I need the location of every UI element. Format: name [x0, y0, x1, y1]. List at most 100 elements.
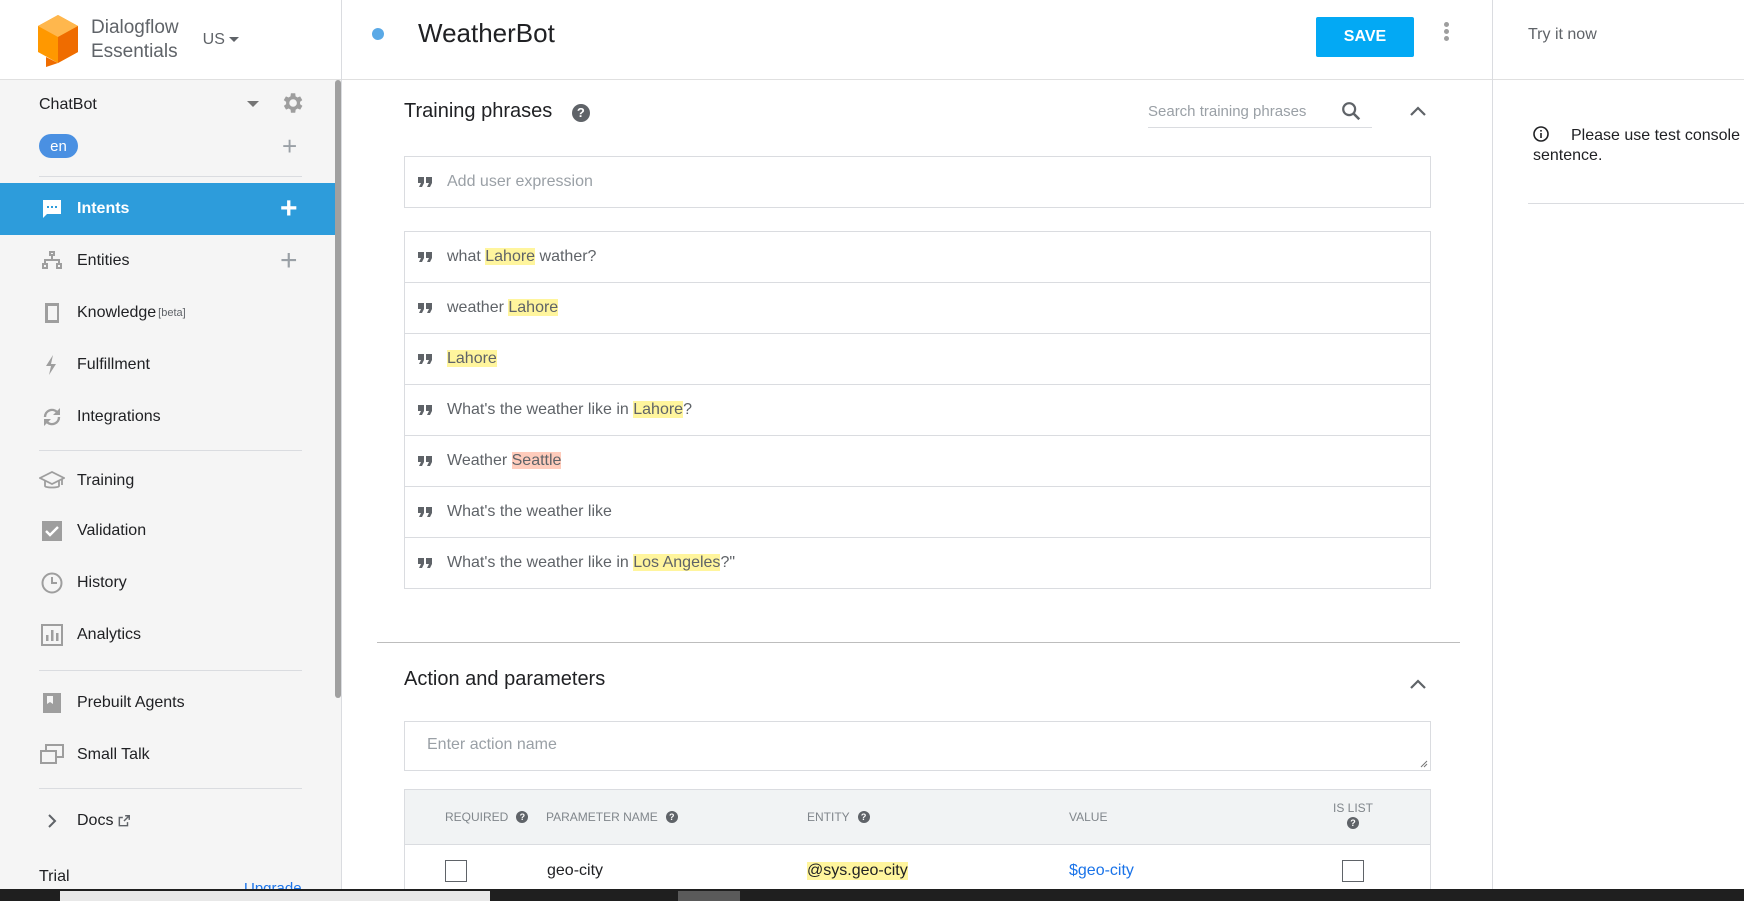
- sidebar-item-label: Training: [77, 472, 135, 489]
- bolt-icon: [39, 352, 65, 378]
- entity-annotation[interactable]: Seattle: [511, 452, 562, 469]
- sidebar-item-small-talk[interactable]: Small Talk: [0, 729, 336, 781]
- chevron-right-icon: [39, 808, 65, 834]
- entity-annotation[interactable]: Lahore: [485, 248, 536, 265]
- search-input[interactable]: [1148, 96, 1338, 126]
- action-parameters-title: Action and parameters: [404, 668, 606, 690]
- training-phrase[interactable]: What's the weather like: [405, 487, 1430, 538]
- required-checkbox[interactable]: [445, 860, 467, 882]
- brand-line-2: Essentials: [91, 40, 178, 62]
- intent-header: WeatherBot SAVE: [342, 0, 1492, 80]
- sidebar-item-analytics[interactable]: Analytics: [0, 609, 336, 661]
- entity-annotation[interactable]: Lahore: [508, 299, 559, 316]
- sidebar-item-prebuilt-agents[interactable]: Prebuilt Agents: [0, 677, 336, 729]
- training-phrase-text: what Lahore wather?: [447, 248, 596, 266]
- add-expression-input[interactable]: [447, 173, 1347, 191]
- help-icon[interactable]: ?: [571, 103, 590, 122]
- sidebar-item-entities[interactable]: Entities +: [0, 235, 336, 287]
- help-icon[interactable]: ?: [857, 811, 870, 823]
- test-console: Try it now Please use test console a sen…: [1492, 0, 1744, 901]
- section-divider: [377, 642, 1460, 643]
- training-phrase-text: Lahore: [447, 350, 497, 368]
- phrase-fragment: Weather: [447, 452, 512, 469]
- entity-annotation[interactable]: Los Angeles: [633, 554, 721, 571]
- phrase-fragment: What's the weather like in: [447, 554, 634, 571]
- search-icon[interactable]: [1340, 100, 1362, 122]
- sidebar-divider: [39, 176, 302, 177]
- sidebar-item-training[interactable]: Training: [0, 455, 336, 507]
- add-expression-box: [404, 156, 1431, 208]
- language-row: en +: [39, 133, 304, 160]
- parameter-name[interactable]: geo-city: [547, 862, 603, 880]
- sidebar-item-history[interactable]: History: [0, 557, 336, 609]
- brand-line-1: Dialogflow: [91, 16, 179, 38]
- sidebar-item-validation[interactable]: Validation: [0, 505, 336, 557]
- sidebar-divider: [39, 450, 302, 451]
- collapse-action-icon[interactable]: [1406, 673, 1430, 697]
- sidebar-item-intents[interactable]: Intents +: [0, 183, 336, 235]
- training-phrase[interactable]: weather Lahore: [405, 283, 1430, 334]
- search-training-phrases: [1148, 96, 1372, 128]
- training-phrase[interactable]: Weather Seattle: [405, 436, 1430, 487]
- col-required-label: REQUIRED: [445, 810, 509, 824]
- intent-editor: WeatherBot SAVE Training phrases ? what …: [342, 0, 1492, 901]
- bookmark-icon: [39, 690, 65, 716]
- training-phrase-text: What's the weather like in Lahore?: [447, 401, 692, 419]
- training-phrase[interactable]: Lahore: [405, 334, 1430, 385]
- save-button[interactable]: SAVE: [1316, 17, 1414, 57]
- is-list-checkbox[interactable]: [1342, 860, 1364, 882]
- taskbar-item[interactable]: [678, 891, 740, 901]
- sync-icon: [39, 404, 65, 430]
- add-intent-icon[interactable]: +: [280, 194, 298, 224]
- dialogflow-logo-icon[interactable]: [36, 13, 80, 67]
- quote-icon: [418, 354, 432, 364]
- help-icon[interactable]: ?: [1347, 817, 1359, 829]
- entity-annotation[interactable]: Lahore: [447, 350, 497, 367]
- graduation-cap-icon: [39, 468, 65, 494]
- agent-selector[interactable]: ChatBot: [39, 92, 304, 118]
- add-entity-icon[interactable]: +: [280, 246, 298, 276]
- sidebar-item-fulfillment[interactable]: Fulfillment: [0, 339, 336, 391]
- phrase-fragment: What's the weather like: [447, 503, 612, 520]
- quote-icon: [418, 558, 432, 568]
- gear-icon[interactable]: [279, 90, 305, 116]
- sidebar-item-knowledge[interactable]: Knowledge [beta]: [0, 287, 336, 339]
- quote-icon: [418, 177, 432, 187]
- add-language-icon[interactable]: +: [282, 133, 297, 159]
- phrase-fragment: ?": [720, 554, 736, 571]
- agent-dropdown-caret-icon[interactable]: [247, 101, 259, 107]
- training-phrase[interactable]: what Lahore wather?: [405, 232, 1430, 283]
- parameter-value[interactable]: $geo-city: [1069, 862, 1134, 880]
- help-icon[interactable]: ?: [516, 811, 529, 823]
- taskbar-item[interactable]: [60, 891, 490, 901]
- brand-bar: Dialogflow Essentials US: [0, 0, 341, 80]
- intent-name[interactable]: WeatherBot: [418, 18, 555, 49]
- language-chip[interactable]: en: [39, 134, 78, 158]
- phrase-fragment: What's the weather like in: [447, 401, 634, 418]
- parameter-entity[interactable]: @sys.geo-city: [807, 862, 908, 880]
- sidebar-item-label: Fulfillment: [77, 356, 150, 373]
- action-name-input[interactable]: [427, 736, 1327, 754]
- more-options-icon[interactable]: [1444, 22, 1450, 46]
- help-icon[interactable]: ?: [665, 811, 678, 823]
- entity-annotation[interactable]: Lahore: [633, 401, 684, 418]
- training-phrase[interactable]: What's the weather like in Los Angeles?": [405, 538, 1430, 588]
- sidebar-item-docs[interactable]: Docs: [0, 795, 336, 847]
- sidebar-divider: [39, 788, 302, 789]
- sidebar-scrollbar[interactable]: [335, 80, 341, 698]
- collapse-training-icon[interactable]: [1406, 100, 1430, 124]
- taskbar: [0, 889, 1744, 901]
- sidebar-item-label: Prebuilt Agents: [77, 694, 185, 711]
- sidebar-item-integrations[interactable]: Integrations: [0, 391, 336, 443]
- intent-status-dot: [372, 28, 384, 40]
- try-it-now-input[interactable]: Try it now: [1528, 26, 1597, 44]
- sidebar-item-label: Intents: [77, 200, 130, 217]
- training-phrase[interactable]: What's the weather like in Lahore?: [405, 385, 1430, 436]
- col-required: REQUIRED?: [445, 810, 529, 824]
- book-icon: [39, 300, 65, 326]
- phrase-fragment: weather: [447, 299, 509, 316]
- resize-handle-icon[interactable]: [1418, 758, 1428, 768]
- sidebar-item-label: Entities: [77, 252, 130, 269]
- region-selector[interactable]: US: [203, 31, 239, 49]
- sidebar-item-label: Integrations: [77, 408, 161, 425]
